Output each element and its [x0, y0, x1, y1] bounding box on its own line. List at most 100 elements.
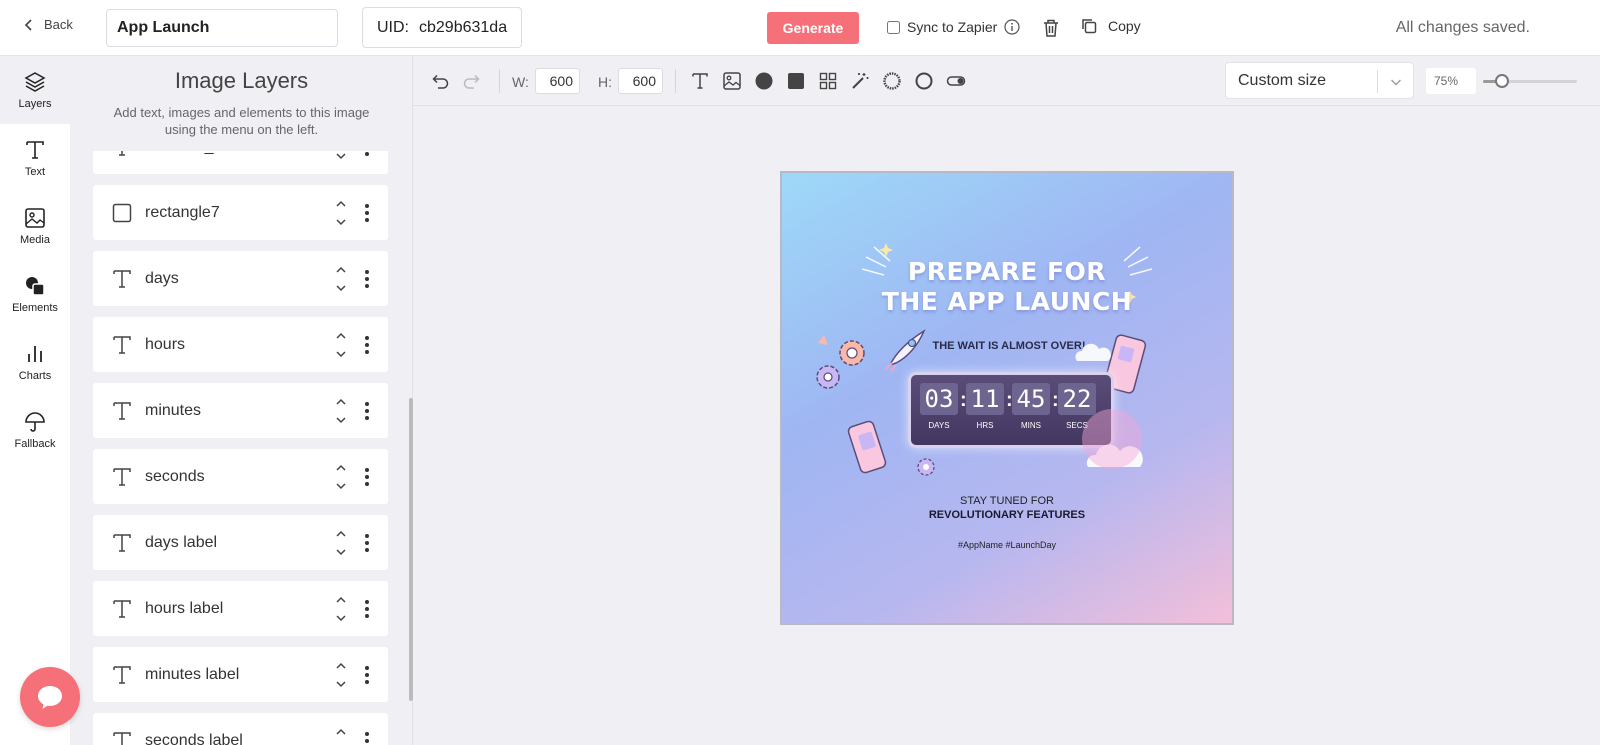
reorder-arrows-icon[interactable] [334, 659, 348, 691]
add-image-icon[interactable] [722, 71, 742, 91]
artboard-title-line2: THE APP LAUNCH [881, 287, 1133, 316]
artboard-hashtags: #AppName #LaunchDay [957, 540, 1057, 550]
reorder-arrows-icon[interactable] [334, 725, 348, 745]
add-circle-outline-icon[interactable] [914, 71, 934, 91]
reorder-arrows-icon[interactable] [334, 263, 348, 295]
layer-list[interactable]: discount_text rectangle7 days hours minutes s… [70, 151, 412, 745]
image-name-input[interactable] [106, 9, 338, 47]
add-toggle-icon[interactable] [946, 71, 966, 91]
layers-scrollbar[interactable] [409, 398, 413, 701]
redo-icon[interactable] [462, 71, 482, 91]
chevron-left-icon [24, 18, 32, 31]
layer-name: days [145, 269, 179, 287]
zoom-value: 75% [1426, 68, 1476, 94]
more-options-icon[interactable] [364, 335, 370, 355]
rail-item-fallback[interactable]: Fallback [0, 396, 70, 464]
info-icon[interactable] [1004, 19, 1020, 35]
layers-icon [24, 71, 46, 92]
rectangle-icon [111, 202, 133, 224]
layer-row[interactable]: rectangle7 [93, 185, 388, 240]
umbrella-icon [25, 411, 45, 432]
image-icon [25, 207, 45, 228]
layer-name: discount_text [145, 151, 334, 156]
layer-row[interactable]: days [93, 251, 388, 306]
reorder-arrows-icon[interactable] [334, 197, 348, 229]
generate-button[interactable]: Generate [767, 12, 859, 44]
rail-label: Elements [12, 301, 58, 314]
magic-wand-icon[interactable] [850, 71, 870, 91]
rail-label: Fallback [14, 437, 56, 450]
layer-row[interactable]: hours label [93, 581, 388, 636]
add-text-icon[interactable] [690, 71, 710, 91]
add-rectangle-icon[interactable] [786, 71, 806, 91]
back-button[interactable]: Back [22, 17, 73, 32]
text-icon [111, 664, 133, 686]
reorder-arrows-icon[interactable] [334, 593, 348, 625]
layer-row[interactable]: minutes [93, 383, 388, 438]
more-options-icon[interactable] [364, 731, 370, 745]
design-artboard[interactable]: PREPARE FOR THE APP LAUNCH THE WAIT IS A… [780, 171, 1234, 625]
uid-display: UID: cb29b631da [362, 7, 523, 48]
text-icon [111, 151, 133, 158]
add-ring-icon[interactable] [882, 71, 902, 91]
layer-name: hours [145, 335, 186, 353]
add-grid-icon[interactable] [818, 71, 838, 91]
layer-name: hours label [145, 599, 224, 617]
gears-illustration [816, 335, 865, 389]
cloud-illustration [1075, 343, 1111, 361]
layer-name: minutes [145, 401, 202, 419]
more-options-icon[interactable] [364, 401, 370, 421]
zoom-slider[interactable] [1483, 74, 1577, 88]
rail-item-layers[interactable]: Layers [0, 56, 70, 124]
layer-row[interactable]: discount_text [93, 151, 388, 174]
undo-icon[interactable] [430, 71, 450, 91]
sync-to-zapier[interactable]: Sync to Zapier [887, 19, 1020, 35]
trash-icon[interactable] [1042, 18, 1060, 38]
reorder-arrows-icon[interactable] [334, 395, 348, 427]
more-options-icon[interactable] [364, 533, 370, 553]
more-options-icon[interactable] [364, 665, 370, 685]
more-options-icon[interactable] [364, 599, 370, 619]
text-icon [111, 400, 133, 422]
countdown-unit: 11 HRS [966, 383, 1004, 430]
layer-row[interactable]: minutes label [93, 647, 388, 702]
copy-label: Copy [1108, 18, 1141, 34]
more-options-icon[interactable] [364, 151, 370, 157]
reorder-arrows-icon[interactable] [334, 461, 348, 493]
layer-row[interactable]: days label [93, 515, 388, 570]
reorder-arrows-icon[interactable] [334, 151, 348, 163]
reorder-arrows-icon[interactable] [334, 329, 348, 361]
rail-label: Media [20, 233, 50, 246]
countdown-unit: 03 DAYS [920, 383, 958, 430]
width-label: W: [512, 74, 529, 90]
text-icon [111, 532, 133, 554]
size-preset-select[interactable]: Custom size [1225, 62, 1414, 99]
layer-name: rectangle7 [145, 203, 220, 221]
rail-item-media[interactable]: Media [0, 192, 70, 260]
reorder-arrows-icon[interactable] [334, 527, 348, 559]
artboard-title: PREPARE FOR THE APP LAUNCH [782, 257, 1232, 317]
rail-item-elements[interactable]: Elements [0, 260, 70, 328]
text-icon [111, 466, 133, 488]
text-icon [111, 334, 133, 356]
countdown-label: HRS [976, 421, 994, 430]
rail-item-text[interactable]: Text [0, 124, 70, 192]
toolbar-divider [499, 69, 500, 93]
zoom-slider-thumb[interactable] [1494, 74, 1509, 88]
more-options-icon[interactable] [364, 467, 370, 487]
layer-row[interactable]: seconds label [93, 713, 388, 745]
copy-button[interactable]: Copy [1080, 17, 1141, 35]
rail-item-charts[interactable]: Charts [0, 328, 70, 396]
height-input[interactable] [618, 68, 663, 94]
layer-row[interactable]: hours [93, 317, 388, 372]
layer-name: days label [145, 533, 218, 551]
more-options-icon[interactable] [364, 269, 370, 289]
sync-checkbox[interactable] [887, 20, 900, 34]
layer-row[interactable]: seconds [93, 449, 388, 504]
add-circle-icon[interactable] [754, 71, 774, 91]
shapes-icon [26, 276, 45, 296]
left-rail: Layers Text Media Elements Charts Fallba… [0, 56, 70, 745]
chat-button[interactable] [20, 667, 80, 727]
width-input[interactable] [535, 68, 580, 94]
more-options-icon[interactable] [364, 203, 370, 223]
